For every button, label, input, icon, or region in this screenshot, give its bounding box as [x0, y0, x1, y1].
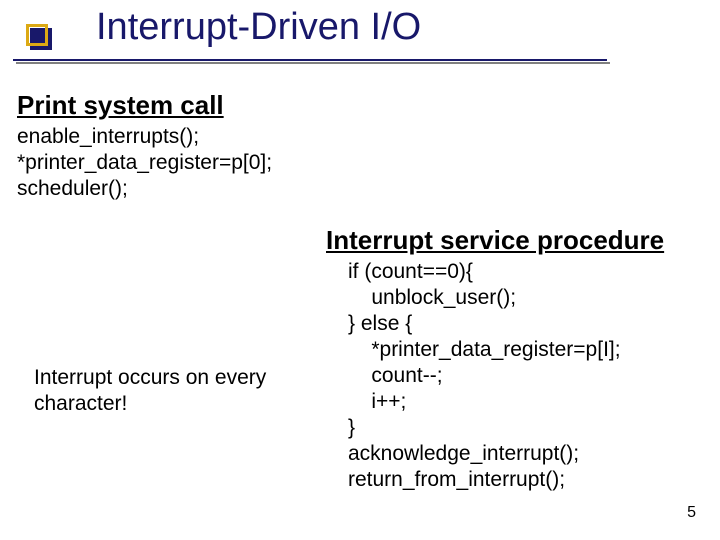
section-isr-heading: Interrupt service procedure — [326, 225, 664, 256]
title-underline — [13, 59, 607, 61]
interrupt-note: Interrupt occurs on every character! — [34, 365, 274, 417]
section-isr-code: if (count==0){ unblock_user(); } else { … — [348, 259, 621, 493]
slide-title: Interrupt-Driven I/O — [96, 6, 421, 49]
section-print-syscall-heading: Print system call — [17, 90, 224, 121]
title-area: Interrupt-Driven I/O — [0, 6, 720, 66]
page-number: 5 — [687, 504, 696, 522]
slide: Interrupt-Driven I/O Print system call e… — [0, 0, 720, 540]
title-bullet-icon — [26, 24, 48, 46]
section-print-syscall-code: enable_interrupts(); *printer_data_regis… — [17, 124, 272, 202]
title-underline-shadow — [16, 62, 610, 64]
